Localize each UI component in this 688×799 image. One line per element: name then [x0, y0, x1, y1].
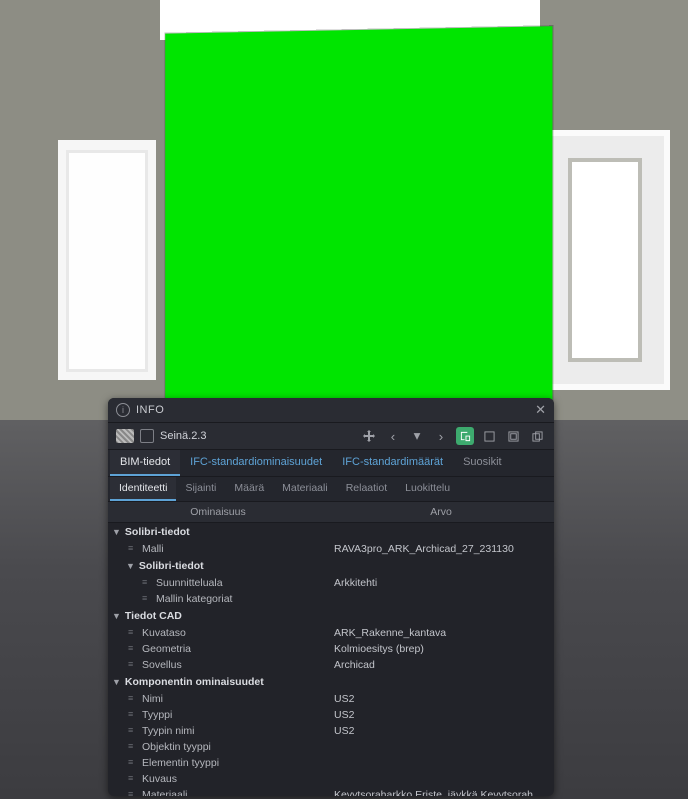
primary-tabs: BIM-tiedot IFC-standardiominaisuudet IFC… — [108, 450, 554, 477]
prop-value — [328, 739, 554, 755]
prop-key: Suunnitteluala — [108, 575, 328, 591]
table-row[interactable]: Suunnitteluala Arkkitehti — [108, 575, 554, 591]
prop-key: Objektin tyyppi — [108, 739, 328, 755]
prop-key: Kuvaus — [108, 771, 328, 787]
prop-key: Malli — [108, 541, 328, 557]
prop-key: Mallin kategoriat — [108, 591, 328, 607]
prop-key: Geometria — [108, 641, 328, 657]
table-row[interactable]: Tyypin nimiUS2 — [108, 723, 554, 739]
panel-toolbar: Seinä.2.3 ‹ ▾ › — [108, 423, 554, 450]
table-row[interactable]: Malli RAVA3pro_ARK_Archicad_27_231130 — [108, 541, 554, 557]
prop-key: Tyypin nimi — [108, 723, 328, 739]
info-panel: i INFO ✕ Seinä.2.3 ‹ ▾ › BIM-tiedot IFC-… — [108, 398, 554, 796]
table-row[interactable]: Elementin tyyppi — [108, 755, 554, 771]
prop-value: RAVA3pro_ARK_Archicad_27_231130 — [328, 541, 554, 557]
table-row[interactable]: GeometriaKolmioesitys (brep) — [108, 641, 554, 657]
subtab-identiteetti[interactable]: Identiteetti — [110, 477, 176, 501]
info-icon: i — [116, 403, 130, 417]
prop-key: Tyyppi — [108, 707, 328, 723]
move-tool-button[interactable] — [360, 427, 378, 445]
subtab-relaatiot[interactable]: Relaatiot — [337, 477, 396, 501]
prop-key: Sovellus — [108, 657, 328, 673]
tab-ifc-maarat[interactable]: IFC-standardimäärät — [332, 450, 453, 476]
selected-wall[interactable] — [165, 26, 552, 409]
table-row[interactable]: Kuvaus — [108, 771, 554, 787]
panel-titlebar: i INFO ✕ — [108, 398, 554, 423]
door-left — [58, 140, 156, 380]
tab-suosikit[interactable]: Suosikit — [453, 450, 512, 476]
chevron-down-icon[interactable]: ▼ — [126, 561, 135, 571]
box-tool-1-button[interactable] — [480, 427, 498, 445]
table-row[interactable]: MateriaaliKevytsoraharkko,Eriste, jäykkä… — [108, 787, 554, 796]
subtab-materiaali[interactable]: Materiaali — [273, 477, 337, 501]
nav-prev-button[interactable]: ‹ — [384, 427, 402, 445]
prop-value: Kolmioesitys (brep) — [328, 641, 554, 657]
table-row[interactable]: TyyppiUS2 — [108, 707, 554, 723]
prop-value: Kevytsoraharkko,Eriste, jäykkä,Kevytsora… — [328, 787, 554, 796]
table-header: Ominaisuus Arvo — [108, 502, 554, 523]
group-header[interactable]: ▼ Solibri-tiedot — [108, 557, 554, 575]
close-button[interactable]: ✕ — [535, 402, 546, 418]
door-right — [540, 130, 670, 390]
prop-key: Elementin tyyppi — [108, 755, 328, 771]
box-tool-3-button[interactable] — [528, 427, 546, 445]
chevron-down-icon[interactable]: ▼ — [112, 677, 121, 687]
group-header[interactable]: ▼ Tiedot CAD — [108, 607, 554, 625]
header-property: Ominaisuus — [108, 502, 328, 522]
properties-table[interactable]: ▼ Solibri-tiedot Malli RAVA3pro_ARK_Arch… — [108, 523, 554, 796]
secondary-tabs: Identiteetti Sijainti Määrä Materiaali R… — [108, 477, 554, 502]
prop-value: Arkkitehti — [328, 575, 554, 591]
prop-value: US2 — [328, 691, 554, 707]
highlight-toggle-button[interactable] — [456, 427, 474, 445]
table-row[interactable]: Objektin tyyppi — [108, 739, 554, 755]
material-swatch-icon — [116, 429, 134, 443]
group-header[interactable]: ▼ Komponentin ominaisuudet — [108, 673, 554, 691]
tab-ifc-ominaisuudet[interactable]: IFC-standardiominaisuudet — [180, 450, 332, 476]
prop-value: ARK_Rakenne_kantava — [328, 625, 554, 641]
element-icon — [140, 429, 154, 443]
prop-value — [328, 755, 554, 771]
box-tool-2-button[interactable] — [504, 427, 522, 445]
prop-value — [328, 771, 554, 787]
prop-value: US2 — [328, 723, 554, 739]
subtab-maara[interactable]: Määrä — [225, 477, 273, 501]
group-header[interactable]: ▼ Solibri-tiedot — [108, 523, 554, 541]
table-row[interactable]: Mallin kategoriat — [108, 591, 554, 607]
prop-key: Kuvataso — [108, 625, 328, 641]
prop-value: Archicad — [328, 657, 554, 673]
prop-value — [328, 591, 554, 607]
prop-key: Nimi — [108, 691, 328, 707]
header-value: Arvo — [328, 502, 554, 522]
table-row[interactable]: KuvatasoARK_Rakenne_kantava — [108, 625, 554, 641]
subtab-luokittelu[interactable]: Luokittelu — [396, 477, 459, 501]
subtab-sijainti[interactable]: Sijainti — [176, 477, 225, 501]
nav-menu-button[interactable]: ▾ — [408, 427, 426, 445]
nav-next-button[interactable]: › — [432, 427, 450, 445]
prop-value: US2 — [328, 707, 554, 723]
breadcrumb[interactable]: Seinä.2.3 — [160, 430, 206, 442]
tab-bim-tiedot[interactable]: BIM-tiedot — [110, 450, 180, 476]
chevron-down-icon[interactable]: ▼ — [112, 611, 121, 621]
chevron-down-icon[interactable]: ▼ — [112, 527, 121, 537]
table-row[interactable]: SovellusArchicad — [108, 657, 554, 673]
table-row[interactable]: NimiUS2 — [108, 691, 554, 707]
prop-key: Materiaali — [108, 787, 328, 796]
panel-title: INFO — [136, 404, 164, 416]
